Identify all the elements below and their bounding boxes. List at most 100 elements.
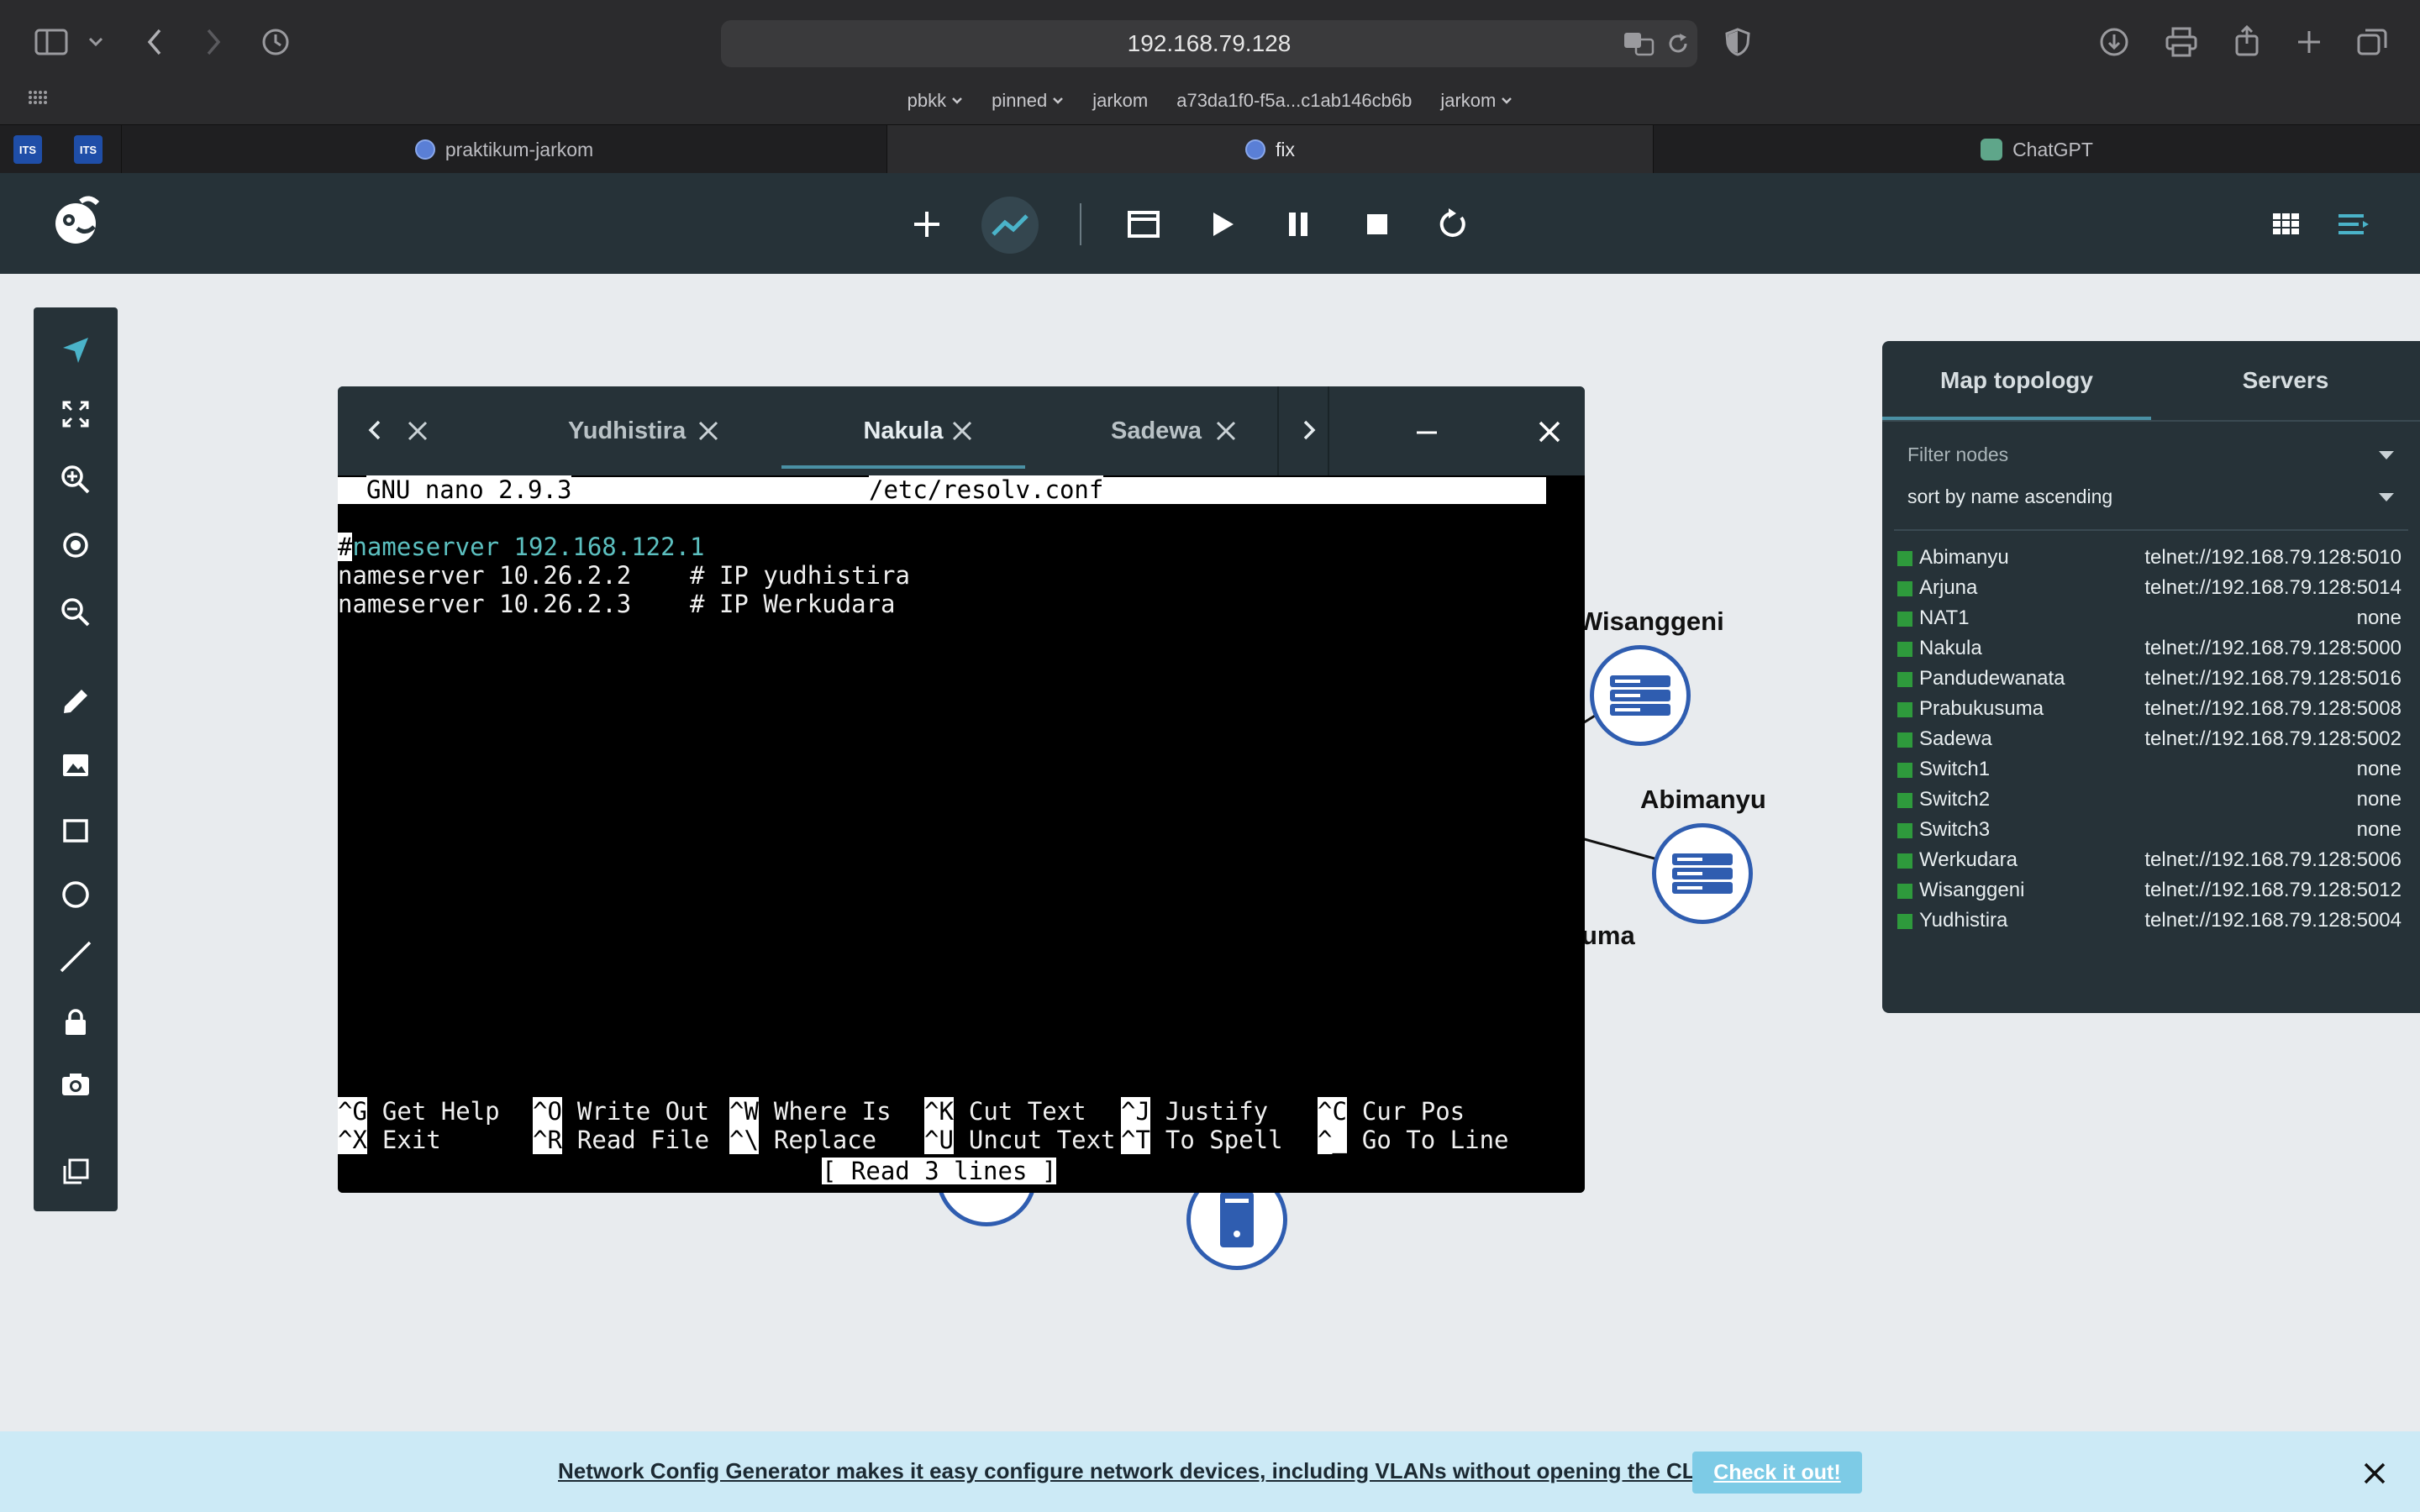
check-it-out-button[interactable]: Check it out!	[1692, 1452, 1862, 1494]
close-tab-icon[interactable]	[697, 417, 719, 449]
node-list-item[interactable]: Arjuna telnet://192.168.79.128:5014	[1897, 573, 2402, 603]
shortcut-key: ^O	[533, 1097, 562, 1126]
close-tab-icon[interactable]	[407, 417, 429, 449]
pinned-tab-its[interactable]: ITS	[74, 135, 103, 164]
console-tab-nakula[interactable]: Nakula	[781, 386, 1025, 475]
console-all-icon[interactable]	[1119, 200, 1168, 249]
bookmark-item[interactable]: jarkom	[1092, 90, 1148, 112]
shortcut-label: Read File	[576, 1126, 710, 1154]
new-tab-icon[interactable]	[2292, 25, 2326, 59]
minimize-icon[interactable]	[1410, 420, 1444, 445]
file-line-3: nameserver 10.26.2.3 # IP Werkudara	[338, 590, 896, 618]
tab-overview-icon[interactable]	[2354, 25, 2390, 59]
zoom-in-icon[interactable]	[55, 459, 97, 501]
reload-icon[interactable]	[1664, 29, 1692, 59]
shortcut-label: Write Out	[576, 1097, 710, 1126]
zoom-out-icon[interactable]	[55, 591, 97, 633]
filter-nodes-select[interactable]: Filter nodes	[1907, 440, 2398, 470]
reload-all-icon[interactable]	[1428, 200, 1477, 249]
suspend-all-icon[interactable]	[1274, 200, 1323, 249]
nano-shortcut: ^G Get Help	[338, 1097, 500, 1126]
tabs-scroll-left-icon[interactable]	[358, 412, 392, 449]
insert-image-icon[interactable]	[55, 744, 97, 786]
topology-summary-icon[interactable]	[2329, 200, 2378, 249]
add-link-icon[interactable]	[981, 197, 1039, 254]
tab-servers[interactable]: Servers	[2151, 341, 2420, 420]
gns3-logo-icon[interactable]	[52, 195, 103, 249]
pinned-tab-its[interactable]: ITS	[13, 135, 42, 164]
node-list-item[interactable]: Switch3 none	[1897, 815, 2402, 845]
server-icon	[1672, 853, 1733, 894]
sidebar-toggle-icon[interactable]	[32, 25, 71, 59]
privacy-shield-icon[interactable]	[1721, 25, 1754, 59]
history-icon[interactable]	[259, 25, 292, 59]
downloads-icon[interactable]	[2097, 25, 2131, 59]
node-list-item[interactable]: Yudhistira telnet://192.168.79.128:5004	[1897, 906, 2402, 936]
node-list-item[interactable]: Switch2 none	[1897, 785, 2402, 815]
lock-icon[interactable]	[55, 1001, 97, 1043]
close-window-icon[interactable]	[1533, 415, 1566, 449]
tab-map-topology[interactable]: Map topology	[1882, 341, 2151, 420]
shortcut-label: To Spell	[1165, 1126, 1283, 1154]
duplicate-layers-icon[interactable]	[55, 1151, 97, 1193]
stop-all-icon[interactable]	[1353, 200, 1402, 249]
select-pointer-icon[interactable]	[55, 329, 97, 371]
fit-to-screen-icon[interactable]	[55, 393, 97, 435]
node-list-item[interactable]: NAT1 none	[1897, 603, 2402, 633]
draw-rectangle-icon[interactable]	[55, 810, 97, 852]
node-name: Switch2	[1919, 788, 1991, 811]
screenshot-camera-icon[interactable]	[55, 1063, 97, 1105]
draw-ellipse-icon[interactable]	[55, 874, 97, 916]
translate-icon[interactable]	[1622, 29, 1655, 59]
node-abimanyu[interactable]	[1652, 823, 1753, 924]
bookmark-item[interactable]: pinned	[992, 90, 1064, 112]
nano-shortcut: ^R Read File	[533, 1126, 709, 1154]
bookmark-item[interactable]: pbkk	[908, 90, 963, 112]
reset-zoom-icon[interactable]	[55, 524, 97, 566]
tab-label: ChatGPT	[2012, 138, 2093, 160]
node-list-item[interactable]: Wisanggeni telnet://192.168.79.128:5012	[1897, 875, 2402, 906]
close-tab-icon[interactable]	[951, 417, 973, 449]
nano-shortcut: ^\ Replace	[729, 1126, 876, 1154]
node-list-item[interactable]: Prabukusuma telnet://192.168.79.128:5008	[1897, 694, 2402, 724]
node-list-item[interactable]: Sadewa telnet://192.168.79.128:5002	[1897, 724, 2402, 754]
browser-tab-praktikum-jarkom[interactable]: praktikum-jarkom	[121, 125, 887, 174]
address-bar[interactable]: 192.168.79.128	[721, 20, 1697, 67]
start-all-icon[interactable]	[1198, 200, 1247, 249]
bookmarks-bar: pbkk pinned jarkom a73da1f0-f5a...c1ab146cb…	[0, 84, 2420, 118]
browser-chrome: 192.168.79.128 pbkk pinned jarkom a73da1f0-…	[0, 0, 2420, 124]
print-icon[interactable]	[2165, 25, 2198, 59]
terminal[interactable]: GNU nano 2.9.3 /etc/resolv.conf #nameser…	[338, 475, 1585, 1193]
browser-tab-fix[interactable]: fix	[887, 125, 1654, 174]
left-tool-panel	[34, 307, 118, 1211]
status-running-indicator	[1897, 672, 1912, 687]
share-icon[interactable]	[2230, 24, 2264, 59]
node-list-item[interactable]: Nakula telnet://192.168.79.128:5000	[1897, 633, 2402, 664]
node-list-item[interactable]: Switch1 none	[1897, 754, 2402, 785]
divider	[1894, 529, 2408, 531]
bookmark-item[interactable]: jarkom	[1440, 90, 1512, 112]
chevron-down-icon[interactable]	[84, 29, 108, 55]
grid-view-icon[interactable]	[2262, 200, 2311, 249]
console-tab-yudhistira[interactable]: Yudhistira	[568, 386, 686, 475]
browser-tab-chatgpt[interactable]: ChatGPT	[1654, 125, 2420, 174]
draw-line-icon[interactable]	[55, 936, 97, 978]
node-list-item[interactable]: Werkudara telnet://192.168.79.128:5006	[1897, 845, 2402, 875]
console-tab-sadewa[interactable]: Sadewa	[1111, 386, 1202, 475]
node-list-item[interactable]: Abimanyu telnet://192.168.79.128:5010	[1897, 543, 2402, 573]
close-tab-icon[interactable]	[1215, 417, 1237, 449]
banner-link[interactable]: Network Config Generator makes it easy c…	[558, 1458, 1702, 1484]
node-wisanggeni[interactable]	[1590, 645, 1691, 746]
sort-select[interactable]: sort by name ascending	[1907, 482, 2398, 512]
close-banner-icon[interactable]	[2360, 1458, 2390, 1488]
tabs-scroll-right-icon[interactable]	[1292, 412, 1326, 449]
add-node-icon[interactable]	[902, 200, 951, 249]
bookmark-item[interactable]: a73da1f0-f5a...c1ab146cb6b	[1176, 90, 1412, 112]
tab-label: praktikum-jarkom	[445, 138, 594, 160]
node-list-item[interactable]: Pandudewanata telnet://192.168.79.128:501…	[1897, 664, 2402, 694]
forward-icon[interactable]	[197, 25, 230, 59]
shortcut-key: ^U	[924, 1126, 954, 1154]
node-console-address: telnet://192.168.79.128:5000	[2144, 637, 2402, 659]
back-icon[interactable]	[138, 25, 171, 59]
draw-pencil-icon[interactable]	[55, 680, 97, 722]
